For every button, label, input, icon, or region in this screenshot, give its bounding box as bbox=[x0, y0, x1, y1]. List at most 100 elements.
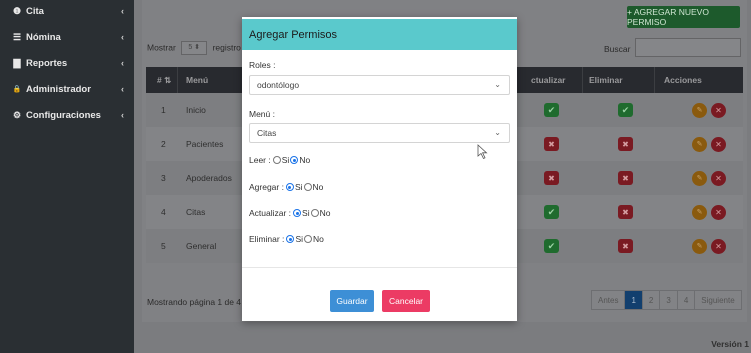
roles-select[interactable]: odontólogo ⌄ bbox=[249, 75, 510, 95]
row-number: 1 bbox=[161, 105, 166, 115]
sidebar-item-nomina[interactable]: ☰ Nómina ‹ bbox=[0, 25, 134, 49]
radio-label-si: Si bbox=[295, 234, 303, 244]
check-icon: ✔ bbox=[544, 205, 559, 219]
column-divider bbox=[654, 67, 655, 93]
chevron-left-icon: ‹ bbox=[121, 84, 124, 94]
actualizar-cell: ✔ bbox=[544, 93, 559, 127]
file-icon: ▇ bbox=[13, 57, 21, 68]
edit-icon[interactable]: ✎ bbox=[692, 204, 707, 220]
lock-icon: 🔒 bbox=[12, 86, 22, 93]
radio-actualizar-si[interactable] bbox=[293, 209, 302, 217]
menu-select[interactable]: Citas ⌄ bbox=[249, 123, 510, 143]
menu-value: Citas bbox=[257, 128, 277, 138]
cross-icon: ✖ bbox=[618, 205, 633, 219]
permission-actualizar: Actualizar : Si No bbox=[249, 208, 331, 218]
search-label: Buscar bbox=[604, 44, 631, 54]
chevron-down-icon: ⌄ bbox=[494, 128, 501, 137]
pagination-page-2[interactable]: 2 bbox=[642, 291, 661, 309]
column-divider bbox=[177, 67, 178, 93]
column-header-acciones[interactable]: Acciones bbox=[664, 67, 702, 93]
pagination: Antes 1 2 3 4 Siguiente bbox=[591, 290, 742, 310]
column-header-menu[interactable]: Menú bbox=[186, 67, 208, 93]
radio-label-no: No bbox=[299, 155, 311, 165]
sidebar-item-label: Reportes bbox=[26, 57, 68, 69]
chevron-left-icon: ‹ bbox=[121, 32, 124, 42]
sidebar-item-label: Nómina bbox=[26, 31, 61, 43]
permission-eliminar: Eliminar : Si No bbox=[249, 234, 325, 244]
edit-icon[interactable]: ✎ bbox=[692, 238, 707, 254]
menu-label: Menú : bbox=[249, 109, 275, 119]
radio-label-no: No bbox=[312, 182, 324, 192]
pagination-prev[interactable]: Antes bbox=[592, 291, 626, 309]
row-number: 4 bbox=[161, 207, 166, 217]
pagination-page-4[interactable]: 4 bbox=[677, 291, 696, 309]
modal-title: Agregar Permisos bbox=[242, 19, 517, 50]
row-number: 2 bbox=[161, 139, 166, 149]
cross-icon: ✖ bbox=[618, 239, 633, 253]
row-actions: ✎ ✕ bbox=[692, 161, 726, 195]
save-button[interactable]: Guardar bbox=[330, 290, 374, 312]
sidebar: ❶ Cita ‹ ☰ Nómina ‹ ▇ Reportes ‹ 🔒 Admin… bbox=[0, 0, 134, 353]
table-info: Mostrando página 1 de 4 bbox=[147, 297, 242, 307]
delete-icon[interactable]: ✕ bbox=[711, 238, 726, 254]
row-actions: ✎ ✕ bbox=[692, 229, 726, 263]
modal-divider bbox=[242, 267, 517, 268]
eliminar-cell: ✖ bbox=[618, 229, 633, 263]
sidebar-item-administrador[interactable]: 🔒 Administrador ‹ bbox=[0, 77, 134, 101]
pagination-next[interactable]: Siguiente bbox=[695, 291, 741, 309]
column-header-eliminar[interactable]: Eliminar bbox=[589, 67, 623, 93]
gears-icon: ⚙ bbox=[12, 109, 22, 120]
permission-label: Agregar : bbox=[249, 182, 284, 192]
sidebar-item-configuraciones[interactable]: ⚙ Configuraciones ‹ bbox=[0, 103, 134, 127]
delete-icon[interactable]: ✕ bbox=[711, 170, 726, 186]
chevron-left-icon: ‹ bbox=[121, 110, 124, 120]
edit-icon[interactable]: ✎ bbox=[692, 102, 707, 118]
delete-icon[interactable]: ✕ bbox=[711, 102, 726, 118]
column-header-actualizar[interactable]: ctualizar bbox=[531, 67, 566, 93]
edit-icon[interactable]: ✎ bbox=[692, 136, 707, 152]
radio-label-si: Si bbox=[302, 208, 310, 218]
sidebar-item-reportes[interactable]: ▇ Reportes ‹ bbox=[0, 51, 134, 75]
search-input[interactable] bbox=[635, 38, 741, 57]
eliminar-cell: ✖ bbox=[618, 127, 633, 161]
radio-label-no: No bbox=[319, 208, 331, 218]
radio-label-no: No bbox=[313, 234, 324, 244]
radio-label-si: Si bbox=[294, 182, 303, 192]
chevron-down-icon: ⌄ bbox=[494, 80, 501, 89]
delete-icon[interactable]: ✕ bbox=[711, 136, 726, 152]
sidebar-item-label: Configuraciones bbox=[26, 109, 101, 121]
page-length-select[interactable]: 5 ⬍ bbox=[181, 41, 208, 55]
sidebar-item-cita[interactable]: ❶ Cita ‹ bbox=[0, 0, 134, 23]
cross-icon: ✖ bbox=[544, 171, 559, 185]
radio-actualizar-no[interactable] bbox=[310, 209, 319, 217]
check-icon: ✔ bbox=[618, 103, 633, 117]
radio-leer-si[interactable] bbox=[272, 156, 281, 164]
eliminar-cell: ✖ bbox=[618, 195, 633, 229]
column-header-number[interactable]: # ⇅ bbox=[157, 67, 171, 93]
mouse-cursor-icon bbox=[477, 144, 488, 160]
cross-icon: ✖ bbox=[618, 137, 633, 151]
chevron-left-icon: ‹ bbox=[121, 6, 124, 16]
radio-agregar-no[interactable] bbox=[303, 183, 312, 191]
radio-leer-no[interactable] bbox=[290, 156, 299, 164]
add-permission-button[interactable]: + AGREGAR NUEVO PERMISO bbox=[627, 6, 740, 28]
row-menu: Inicio bbox=[186, 105, 206, 115]
pagination-page-3[interactable]: 3 bbox=[660, 291, 678, 309]
edit-icon[interactable]: ✎ bbox=[692, 170, 707, 186]
cancel-button[interactable]: Cancelar bbox=[382, 290, 430, 312]
version-label: Versión 1 bbox=[711, 339, 749, 349]
radio-eliminar-si[interactable] bbox=[286, 235, 295, 243]
pagination-page-1[interactable]: 1 bbox=[625, 291, 643, 309]
permission-label: Eliminar : bbox=[249, 234, 285, 244]
actualizar-cell: ✔ bbox=[544, 229, 559, 263]
actualizar-cell: ✔ bbox=[544, 195, 559, 229]
radio-eliminar-no[interactable] bbox=[304, 235, 312, 243]
sidebar-item-label: Administrador bbox=[26, 83, 91, 95]
radio-agregar-si[interactable] bbox=[285, 183, 294, 191]
actualizar-cell: ✖ bbox=[544, 161, 559, 195]
column-divider bbox=[582, 67, 583, 93]
actualizar-cell: ✖ bbox=[544, 127, 559, 161]
delete-icon[interactable]: ✕ bbox=[711, 204, 726, 220]
row-menu: General bbox=[186, 241, 217, 251]
roles-value: odontólogo bbox=[257, 80, 300, 90]
